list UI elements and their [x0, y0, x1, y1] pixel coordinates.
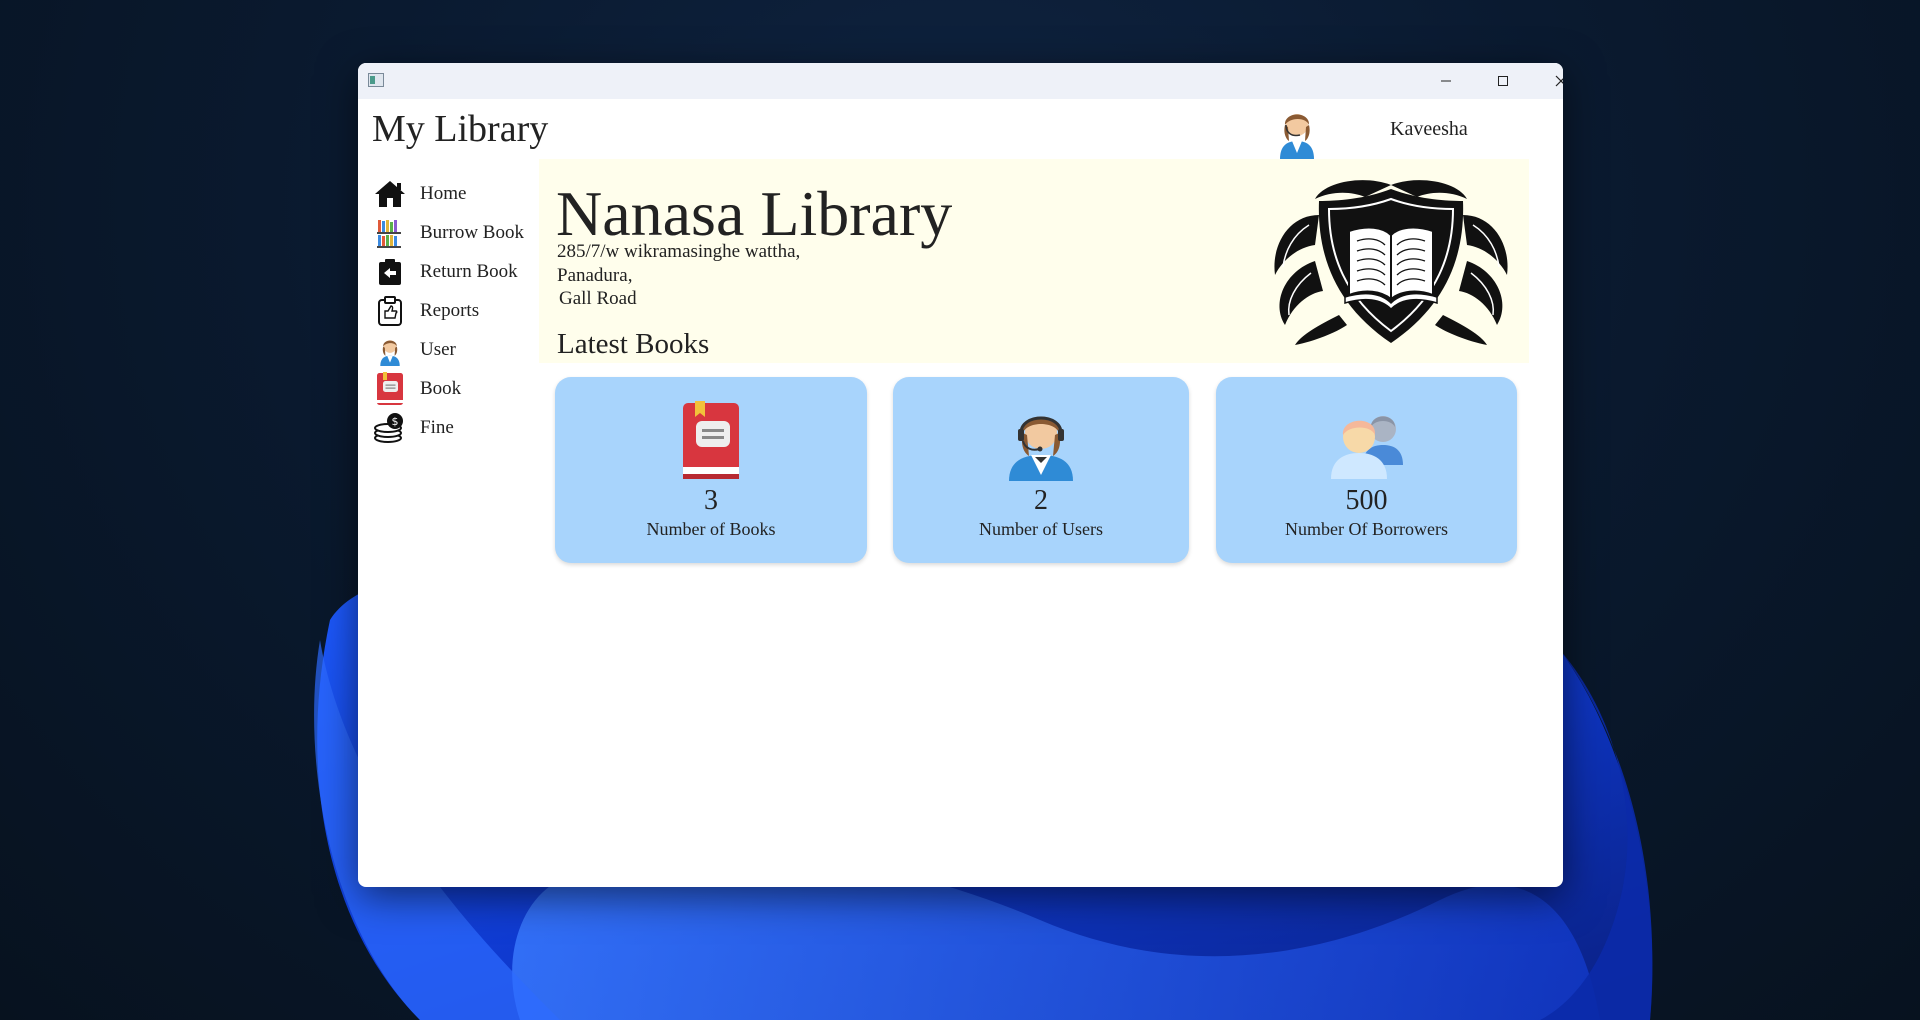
bookshelf-icon: [372, 216, 408, 250]
stat-card-users[interactable]: 2 Number of Users: [893, 377, 1189, 563]
section-title: Latest Books: [557, 328, 710, 360]
user-name: Kaveesha: [1390, 118, 1468, 140]
stat-label: Number of Users: [979, 519, 1103, 539]
app-window: My Library Kaveesha Home Burrow Book Ret…: [358, 63, 1563, 887]
sidebar-item-home[interactable]: Home: [372, 174, 552, 213]
sidebar-item-label: Burrow Book: [420, 221, 524, 243]
library-name: Nanasa Library: [556, 178, 953, 249]
address-line-3: Gall Road: [559, 288, 637, 309]
stat-label: Number of Books: [646, 519, 776, 539]
sidebar: Home Burrow Book Return Book Reports Use…: [372, 174, 552, 447]
address-line-1: 285/7/w wikramasinghe wattha,: [557, 241, 801, 262]
sidebar-item-user[interactable]: User: [372, 330, 552, 369]
user-headset-icon: [1009, 416, 1073, 481]
stat-value: 2: [1034, 485, 1048, 516]
sidebar-item-label: Return Book: [420, 260, 518, 282]
sidebar-item-label: Fine: [420, 416, 454, 438]
library-banner: Nanasa Library 285/7/w wikramasinghe wat…: [539, 159, 1529, 363]
coins-icon: $: [372, 411, 408, 445]
sidebar-item-label: Home: [420, 182, 467, 204]
minimize-button[interactable]: [1418, 63, 1474, 99]
maximize-button[interactable]: [1475, 63, 1531, 99]
user-icon: [372, 333, 408, 367]
book-icon: [683, 401, 739, 479]
stat-card-books[interactable]: 3 Number of Books: [555, 377, 867, 563]
sidebar-item-reports[interactable]: Reports: [372, 291, 552, 330]
close-icon: [1555, 75, 1563, 87]
borrowers-icon: [1330, 416, 1403, 479]
stat-value: 500: [1345, 485, 1388, 516]
sidebar-item-return-book[interactable]: Return Book: [372, 252, 552, 291]
home-icon: [372, 177, 408, 211]
app-title: My Library: [372, 108, 549, 150]
close-button[interactable]: [1533, 63, 1563, 99]
sidebar-item-burrow-book[interactable]: Burrow Book: [372, 213, 552, 252]
sidebar-item-label: Reports: [420, 299, 480, 321]
sidebar-item-fine[interactable]: $ Fine: [372, 408, 552, 447]
sidebar-item-label: User: [420, 338, 456, 360]
address-line-2: Panadura,: [557, 265, 633, 286]
sidebar-item-label: Book: [420, 377, 462, 399]
book-icon: [372, 371, 408, 406]
stat-label: Number Of Borrowers: [1285, 519, 1448, 539]
stat-value: 3: [704, 485, 718, 516]
library-emblem-logo: [1274, 180, 1508, 345]
maximize-icon: [1498, 76, 1508, 86]
stat-card-borrowers[interactable]: 500 Number Of Borrowers: [1216, 377, 1517, 563]
clipboard-like-icon: [372, 294, 408, 328]
return-icon: [372, 255, 408, 289]
app-window-icon: [368, 73, 384, 87]
sidebar-item-book[interactable]: Book: [372, 369, 552, 408]
svg-text:$: $: [392, 415, 399, 428]
minimize-icon: [1441, 80, 1451, 82]
user-avatar[interactable]: [1272, 103, 1322, 159]
title-bar[interactable]: [358, 63, 1563, 99]
